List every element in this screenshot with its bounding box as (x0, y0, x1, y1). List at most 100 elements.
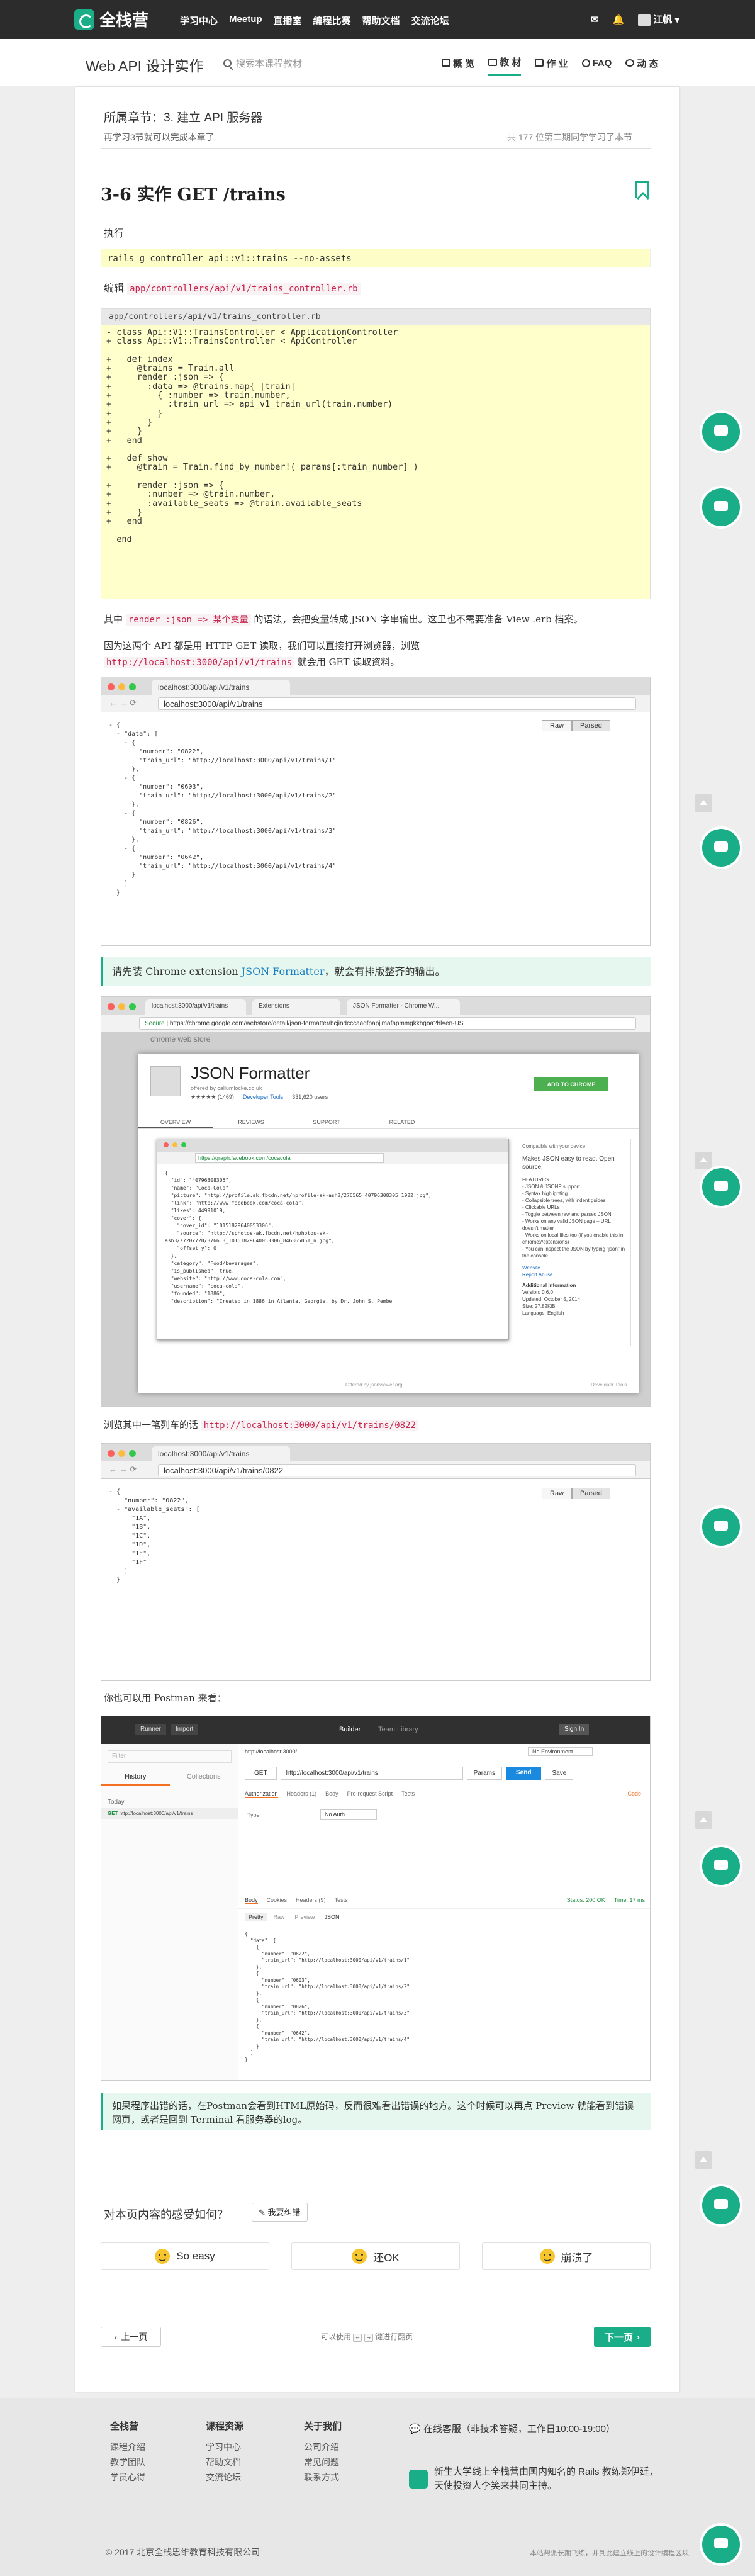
rating: ★★★★★ (1469) (191, 1094, 234, 1100)
question-icon (581, 59, 590, 67)
json-line: "1D", (109, 1541, 151, 1548)
report-issue-button[interactable]: ✎ 我要纠错 (252, 2203, 308, 2222)
floating-comment-button[interactable] (702, 488, 740, 526)
side-version: Version: 0.6.0 (522, 1290, 553, 1295)
json-line: } (245, 2056, 248, 2062)
code-line: - class Api::V1::TrainsController < Appl… (106, 327, 398, 337)
floating-comment-button[interactable] (702, 829, 740, 867)
save-button: Save (545, 1767, 574, 1780)
footer-offered: Offered by jsonviewer.org (345, 1382, 403, 1388)
json-line: "number": "0822", (109, 1497, 189, 1504)
nav-user-area: ✉ 🔔 江帆 ▾ (591, 13, 680, 27)
request-tabbar: http://localhost:3000/ No Environment (238, 1744, 650, 1760)
extension-offered-by: offered by callumlocke.co.uk (191, 1085, 262, 1091)
site-logo[interactable]: 全栈营 (74, 8, 148, 31)
response-tests-tab: Tests (334, 1897, 348, 1903)
code-line: + def index (106, 354, 173, 364)
json-line: "number": "0822", (109, 748, 204, 755)
reaction-easy-button[interactable]: So easy (101, 2242, 269, 2270)
nav-link-forum[interactable]: 交流论坛 (411, 14, 449, 27)
scroll-up-icon[interactable] (695, 2151, 712, 2169)
json-output: - { - "data": [ - { "number": "0822", "t… (109, 721, 336, 897)
params-button: Params (466, 1767, 503, 1780)
nav-link-learning-center[interactable]: 学习中心 (180, 14, 218, 27)
course-title[interactable]: Web API 设计实作 (86, 54, 203, 76)
monitor-icon (442, 59, 450, 67)
footer-link[interactable]: 公司介绍 (304, 2439, 342, 2455)
floating-comment-button[interactable] (702, 1168, 740, 1206)
scroll-up-icon[interactable] (695, 1811, 712, 1829)
feature-line: - Works on local files too (if you enabl… (522, 1232, 624, 1245)
footer-link[interactable]: 常见问题 (304, 2455, 342, 2470)
json-line: "number": "0642", (109, 854, 204, 861)
tab-faq[interactable]: FAQ (581, 55, 612, 76)
next-page-button[interactable]: 下一页 › (594, 2327, 651, 2347)
tab-activity[interactable]: 动 态 (625, 55, 659, 76)
json-line: "number": "0603", (245, 1977, 310, 1983)
inner-browser: https://graph.facebook.com/cocacola { "i… (157, 1139, 509, 1340)
json-line: "1A", (109, 1515, 151, 1522)
footer-small-link[interactable]: 本站帮派长期飞练，并到此建立线上的设计编程区块 (530, 2548, 689, 2558)
inline-code[interactable]: http://localhost:3000/api/v1/trains/0822 (201, 1420, 418, 1431)
json-line: "website": "http://www.coca-cola.com", (165, 1276, 286, 1281)
footer-link[interactable]: 学员心得 (110, 2470, 145, 2485)
user-menu[interactable]: 江帆 ▾ (638, 13, 680, 27)
bell-icon[interactable]: 🔔 (613, 14, 625, 25)
filter-input: Filter (108, 1750, 232, 1763)
search-input[interactable]: 搜索本课程教材 (236, 57, 302, 70)
folder-icon (535, 59, 544, 67)
footer-link[interactable]: 帮助文档 (206, 2455, 243, 2470)
crying-emoji-icon (539, 2249, 555, 2264)
floating-comment-button[interactable] (702, 2186, 740, 2224)
floating-comment-button[interactable] (702, 413, 740, 451)
inner-tabbar (157, 1139, 508, 1152)
tab-materials[interactable]: 教 材 (488, 55, 522, 76)
nav-link-docs[interactable]: 帮助文档 (362, 14, 400, 27)
floating-comment-button[interactable] (702, 1847, 740, 1885)
nav-link-meetup[interactable]: Meetup (229, 14, 262, 27)
side-lang: Language: English (522, 1310, 564, 1316)
json-line: "description": "Created in 1886 in Atlan… (165, 1298, 393, 1304)
json-line: "number": "0603", (109, 784, 204, 790)
footer-link[interactable]: 学习中心 (206, 2439, 243, 2455)
json-formatter-link[interactable]: JSON Formatter (242, 965, 325, 977)
tab-homework[interactable]: 作 业 (535, 55, 568, 76)
json-line: } (109, 889, 121, 896)
json-line: { (245, 1971, 259, 1976)
footer-link[interactable]: 教学团队 (110, 2455, 145, 2470)
floating-comment-button[interactable] (702, 1508, 740, 1546)
inline-code[interactable]: http://localhost:3000/api/v1/trains (104, 657, 295, 668)
paragraph-text: 编辑 (104, 282, 125, 294)
course-search[interactable]: 搜索本课程教材 (223, 55, 359, 71)
browser-screenshot-train-0822: localhost:3000/api/v1/trains ← → ⟳ local… (101, 1443, 651, 1681)
tab-overview[interactable]: 概 览 (442, 55, 474, 76)
paragraph-text: 其中 (104, 614, 123, 625)
json-line: "cover": { (165, 1215, 201, 1221)
reaction-crash-button[interactable]: 崩溃了 (482, 2242, 651, 2270)
cookies-tab: Cookies (266, 1897, 288, 1903)
code-line: + } (106, 417, 153, 427)
scroll-up-icon[interactable] (695, 1152, 712, 1169)
mail-icon[interactable]: ✉ (591, 14, 599, 25)
bookmark-icon[interactable] (635, 181, 649, 198)
json-line: "1F" (109, 1559, 147, 1566)
reaction-ok-button[interactable]: 还OK (291, 2242, 460, 2270)
nav-link-live[interactable]: 直播室 (274, 14, 302, 27)
footer-link[interactable]: 交流论坛 (206, 2470, 243, 2485)
request-subtabs: Authorization Headers (1) Body Pre-reque… (245, 1791, 641, 1801)
footer-link[interactable]: 课程介绍 (110, 2439, 145, 2455)
format-select: JSON (321, 1913, 349, 1921)
json-line: "name": "Coca-Cola", (165, 1185, 232, 1191)
nav-link-contest[interactable]: 编程比赛 (313, 14, 351, 27)
hotline[interactable]: 💬 在线客服（非技术答疑，工作日10:00-19:00） (409, 2422, 615, 2435)
side-abuse: Report Abuse (522, 1272, 553, 1278)
floating-comment-button[interactable] (702, 2526, 740, 2563)
browser-url: localhost:3000/api/v1/trains/0822 (158, 1464, 636, 1476)
scroll-up-icon[interactable] (695, 794, 712, 812)
footer-link[interactable]: 联系方式 (304, 2470, 342, 2485)
prev-page-button[interactable]: ‹ 上一页 (101, 2327, 161, 2347)
chapter-note: 再学习3节就可以完成本章了 (104, 132, 215, 142)
history-item-url: http://localhost:3000/api/v1/trains (119, 1811, 193, 1816)
